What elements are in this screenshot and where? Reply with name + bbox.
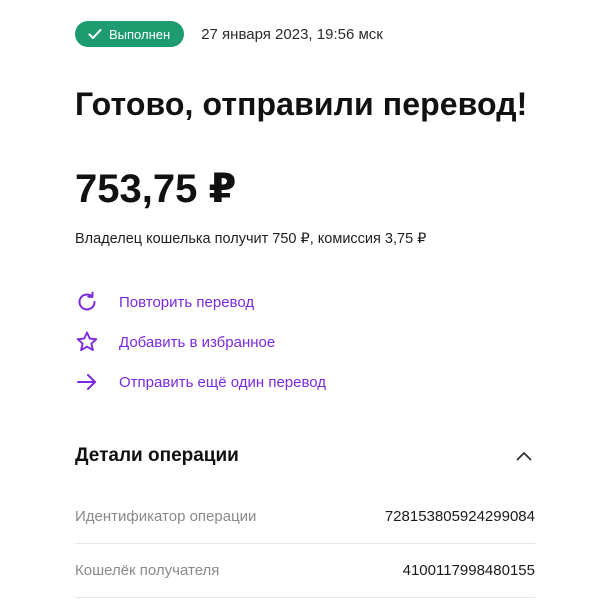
refresh-icon [75, 290, 99, 314]
detail-row-recipient-wallet: Кошелёк получателя 4100117998480155 [75, 544, 535, 598]
detail-value: 728153805924299084 [384, 508, 535, 525]
amount-breakdown: Владелец кошелька получит 750 ₽, комисси… [75, 231, 427, 247]
status-badge-label: Выполнен [109, 26, 171, 42]
detail-key: Идентификатор операции [75, 508, 257, 525]
send-another-transfer-button[interactable]: Отправить ещё один перевод [75, 368, 535, 396]
details-rows: Идентификатор операции 72815380592429908… [75, 490, 535, 598]
repeat-transfer-button[interactable]: Повторить перевод [75, 288, 535, 316]
chevron-up-icon[interactable] [513, 445, 535, 467]
details-header[interactable]: Детали операции [75, 442, 535, 470]
checkmark-icon [88, 29, 102, 39]
add-to-favorites-label: Добавить в избранное [119, 333, 276, 351]
actions-list: Повторить перевод Добавить в избранное О… [75, 288, 535, 408]
detail-value: 4100117998480155 [402, 562, 535, 579]
add-to-favorites-button[interactable]: Добавить в избранное [75, 328, 535, 356]
send-another-transfer-label: Отправить ещё один перевод [119, 373, 327, 391]
transfer-amount: 753,75 ₽ [75, 167, 237, 211]
repeat-transfer-label: Повторить перевод [119, 293, 255, 311]
detail-row-operation-id: Идентификатор операции 72815380592429908… [75, 490, 535, 544]
page-title: Готово, отправили перевод! [75, 86, 528, 122]
status-row: Выполнен 27 января 2023, 19:56 мск [75, 21, 535, 47]
details-title: Детали операции [75, 445, 239, 466]
arrow-right-icon [75, 370, 99, 394]
status-badge: Выполнен [75, 21, 185, 47]
star-icon [75, 330, 99, 354]
operation-timestamp: 27 января 2023, 19:56 мск [201, 25, 383, 43]
detail-key: Кошелёк получателя [75, 562, 220, 579]
